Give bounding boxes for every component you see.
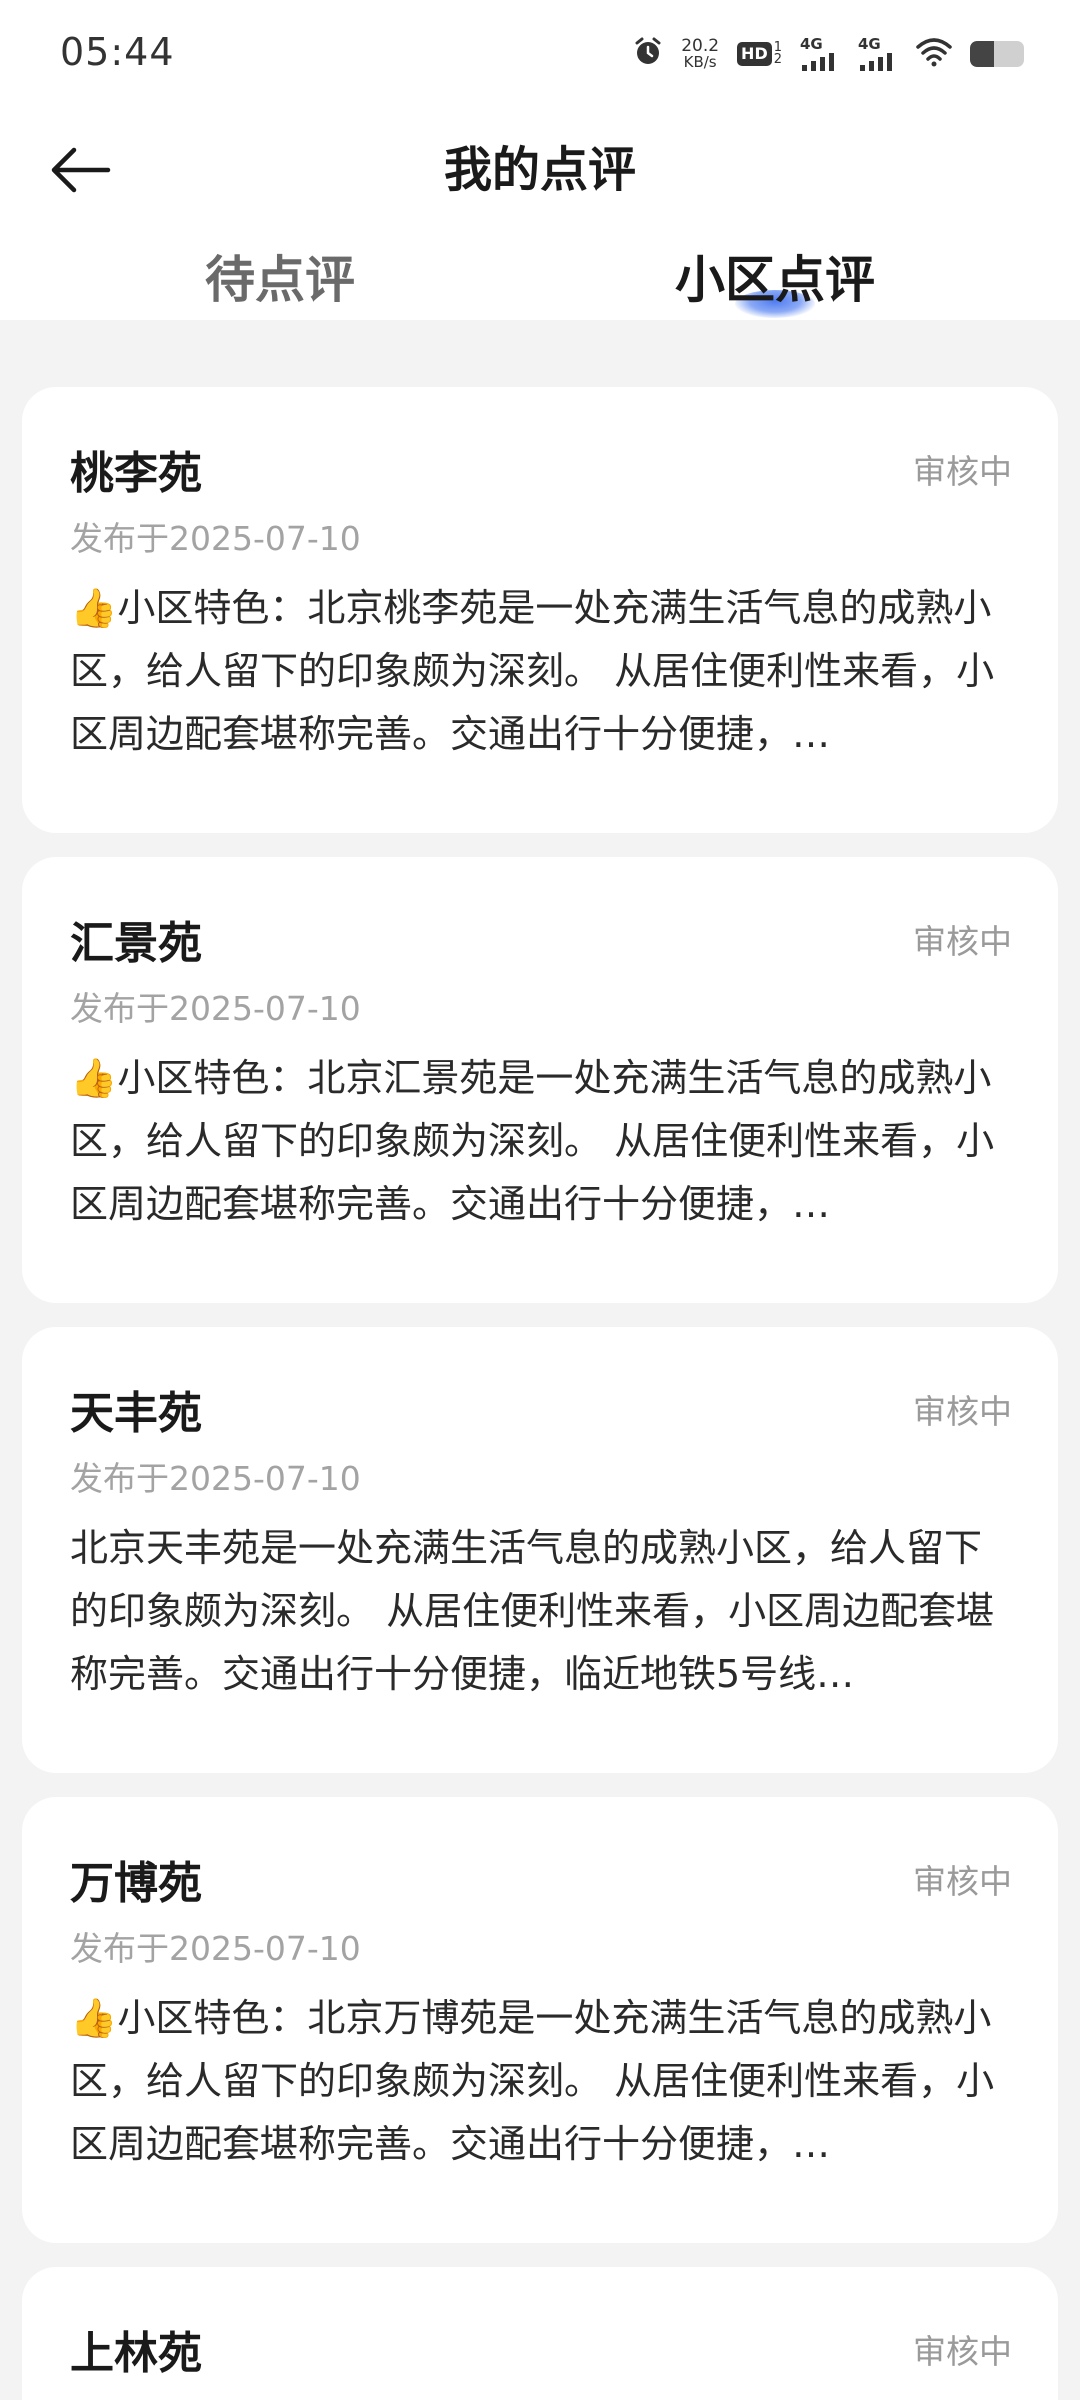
signal-label: 4G [800, 35, 823, 53]
publish-date: 发布于2025-07-10 [70, 519, 361, 558]
review-text: 北京天丰苑是一处充满生活气息的成熟小区，给人留下的印象颇为深刻。 从居住便利性来… [70, 1526, 995, 1696]
hd-sub-bottom: 2 [773, 52, 782, 67]
signal-icon: 4G [800, 37, 840, 71]
review-card[interactable]: 万博苑 审核中 发布于2025-07-10 👍小区特色：北京万博苑是一处充满生活… [22, 1797, 1058, 2243]
tab-pending-reviews[interactable]: 待点评 [80, 245, 480, 320]
hd-label: HD [737, 42, 772, 66]
publish-date: 发布于2025-07-10 [70, 1929, 361, 1968]
page-title: 我的点评 [443, 142, 636, 198]
community-name: 天丰苑 [70, 1388, 202, 1439]
signal-icon: 4G [858, 37, 898, 71]
thumbs-up-icon: 👍 [70, 586, 118, 630]
header: 我的点评 待点评 小区点评 [0, 110, 1080, 320]
review-card[interactable]: 上林苑 审核中 [22, 2267, 1058, 2400]
publish-date: 发布于2025-07-10 [70, 1459, 361, 1498]
battery-icon [970, 41, 1024, 67]
hd-sub: 1 2 [773, 41, 782, 67]
status-bar: 05:44 20.2 KB/s HD 1 2 4G 4G [0, 0, 1080, 110]
network-speed-unit: KB/s [683, 53, 717, 71]
review-text-block: 北京天丰苑是一处充满生活气息的成熟小区，给人留下的印象颇为深刻。 从居住便利性来… [70, 1517, 1018, 1706]
status-badge: 审核中 [913, 922, 1012, 961]
thumbs-up-icon: 👍 [70, 1996, 118, 2040]
status-badge: 审核中 [913, 452, 1012, 491]
network-speed-value: 20.2 [681, 36, 720, 56]
publish-date: 发布于2025-07-10 [70, 989, 361, 1028]
wifi-icon [916, 37, 952, 71]
status-time: 05:44 [60, 30, 175, 74]
community-name: 上林苑 [70, 2328, 202, 2379]
tab-community-reviews[interactable]: 小区点评 [575, 245, 975, 320]
review-card[interactable]: 汇景苑 审核中 发布于2025-07-10 👍小区特色：北京汇景苑是一处充满生活… [22, 857, 1058, 1303]
review-text: 小区特色：北京汇景苑是一处充满生活气息的成熟小区，给人留下的印象颇为深刻。 从居… [70, 1056, 995, 1226]
review-text-block: 👍小区特色：北京桃李苑是一处充满生活气息的成熟小区，给人留下的印象颇为深刻。 从… [70, 577, 1018, 766]
community-name: 桃李苑 [70, 448, 202, 499]
review-text: 小区特色：北京万博苑是一处充满生活气息的成熟小区，给人留下的印象颇为深刻。 从居… [70, 1996, 995, 2166]
status-icons: 20.2 KB/s HD 1 2 4G 4G [633, 32, 1024, 76]
thumbs-up-icon: 👍 [70, 1056, 118, 1100]
review-card[interactable]: 天丰苑 审核中 发布于2025-07-10 北京天丰苑是一处充满生活气息的成熟小… [22, 1327, 1058, 1773]
review-card[interactable]: 桃李苑 审核中 发布于2025-07-10 👍小区特色：北京桃李苑是一处充满生活… [22, 387, 1058, 833]
signal-label: 4G [858, 35, 881, 53]
battery-fill [970, 41, 995, 67]
hd-icon: HD 1 2 [737, 41, 782, 67]
status-badge: 审核中 [913, 2332, 1012, 2371]
community-name: 万博苑 [70, 1858, 202, 1909]
status-badge: 审核中 [913, 1392, 1012, 1431]
community-name: 汇景苑 [70, 918, 202, 969]
review-text-block: 👍小区特色：北京汇景苑是一处充满生活气息的成熟小区，给人留下的印象颇为深刻。 从… [70, 1047, 1018, 1236]
review-text: 小区特色：北京桃李苑是一处充满生活气息的成熟小区，给人留下的印象颇为深刻。 从居… [70, 586, 995, 756]
network-speed: 20.2 KB/s [681, 36, 720, 71]
tab-bar: 待点评 小区点评 [0, 245, 1080, 320]
status-badge: 审核中 [913, 1862, 1012, 1901]
alarm-icon [633, 37, 663, 71]
review-text-block: 👍小区特色：北京万博苑是一处充满生活气息的成熟小区，给人留下的印象颇为深刻。 从… [70, 1987, 1018, 2176]
